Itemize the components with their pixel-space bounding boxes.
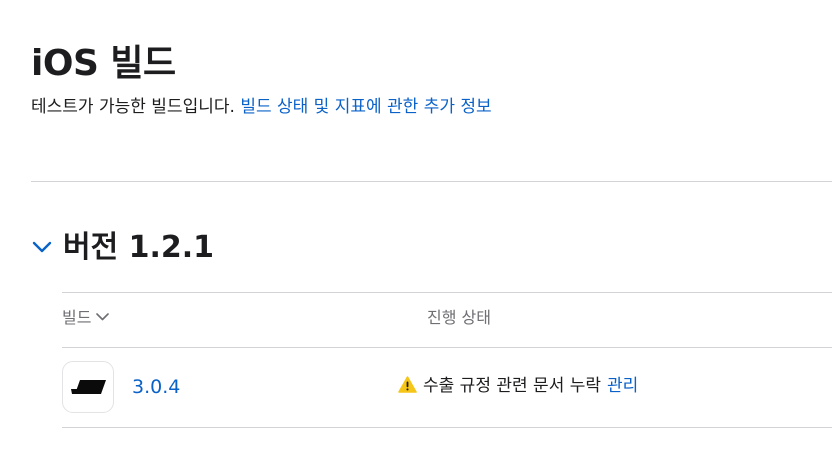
- table-row: 3.0.4 수출 규정 관련 문서 누락 관리: [62, 348, 832, 427]
- chevron-down-icon[interactable]: [31, 236, 53, 258]
- sort-chevron-down-icon: [96, 313, 110, 321]
- build-number-link[interactable]: 3.0.4: [132, 375, 180, 399]
- column-header-build[interactable]: 빌드: [62, 306, 110, 330]
- column-header-status: 진행 상태: [427, 308, 491, 327]
- row-divider: [62, 427, 832, 428]
- warning-triangle-icon: [398, 375, 417, 393]
- version-title: 버전 1.2.1: [63, 230, 215, 265]
- build-status-text: 수출 규정 관련 문서 누락: [423, 376, 602, 396]
- more-info-link[interactable]: 빌드 상태 및 지표에 관한 추가 정보: [240, 97, 491, 117]
- column-header-build-label: 빌드: [62, 308, 92, 327]
- manage-link[interactable]: 관리: [607, 376, 638, 396]
- description-text: 테스트가 가능한 빌드입니다.: [31, 97, 235, 117]
- page-title: iOS 빌드: [31, 43, 176, 84]
- build-status: 수출 규정 관련 문서 누락 관리: [398, 374, 638, 398]
- page-description: 테스트가 가능한 빌드입니다. 빌드 상태 및 지표에 관한 추가 정보: [31, 95, 492, 119]
- section-divider: [31, 181, 832, 182]
- app-icon: [62, 361, 114, 413]
- ios-builds-page: iOS 빌드 테스트가 가능한 빌드입니다. 빌드 상태 및 지표에 관한 추가…: [0, 0, 832, 468]
- table-top-divider: [62, 292, 832, 293]
